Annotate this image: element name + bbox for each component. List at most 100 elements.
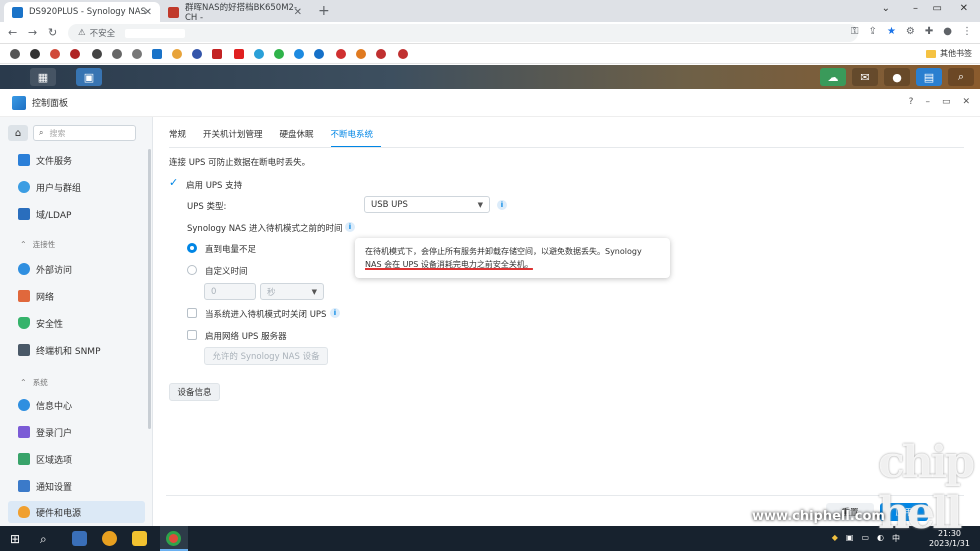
browser-tab-chiphell[interactable]: 群晖NAS的好搭档BK650M2-CH - ✕ xyxy=(160,2,310,23)
bookmark-icon[interactable] xyxy=(30,49,40,59)
security-label: 不安全 xyxy=(89,29,116,39)
back-icon[interactable]: ← xyxy=(8,26,17,39)
bookmark-icon[interactable] xyxy=(356,49,366,59)
shutdown-ups-checkbox[interactable] xyxy=(187,308,197,318)
sidebar-item-terminal-snmp[interactable]: 终端机和 SNMP xyxy=(8,339,145,361)
sidebar-item-login-portal[interactable]: 登录门户 xyxy=(8,421,145,443)
pc-manager-icon[interactable] xyxy=(72,531,87,546)
bookmark-icon[interactable] xyxy=(132,49,142,59)
profile-icon[interactable]: ● xyxy=(943,26,952,37)
sidebar-item-ldap[interactable]: 域/LDAP xyxy=(8,203,145,225)
sidebar-item-external-access[interactable]: 外部访问 xyxy=(8,258,145,280)
new-tab-icon[interactable]: + xyxy=(318,3,330,19)
help-icon[interactable]: ? xyxy=(909,97,914,107)
info-icon[interactable]: i xyxy=(330,308,340,318)
network-icon[interactable]: ▭ xyxy=(861,533,869,544)
search-placeholder: 搜索 xyxy=(49,128,66,138)
bookmark-icon[interactable] xyxy=(212,49,222,59)
maximize-icon[interactable]: ▭ xyxy=(942,97,951,107)
bookmark-icon[interactable] xyxy=(192,49,202,59)
bookmark-icon[interactable] xyxy=(294,49,304,59)
radio-custom-time[interactable] xyxy=(187,265,197,275)
bookmark-icon[interactable] xyxy=(50,49,60,59)
main-menu-icon[interactable]: ▦ xyxy=(30,68,56,86)
sidebar-scrollbar[interactable] xyxy=(148,149,151,429)
enable-ups-checkbox[interactable]: ✓ xyxy=(169,177,179,188)
bookmark-icon[interactable] xyxy=(10,49,20,59)
sidebar-item-regional-options[interactable]: 区域选项 xyxy=(8,448,145,470)
bookmark-icon[interactable] xyxy=(254,49,264,59)
custom-time-unit-select[interactable]: 秒 ▼ xyxy=(260,283,324,300)
chrome-icon[interactable] xyxy=(166,531,181,546)
minimize-icon[interactable]: – xyxy=(913,3,918,14)
custom-time-input[interactable]: 0 xyxy=(204,283,256,300)
tab-hdd-hibernation[interactable]: 硬盘休眠 xyxy=(280,128,322,148)
sidebar-section-connectivity[interactable]: ⌃ 连接性 xyxy=(20,239,55,250)
sidebar-item-notification[interactable]: 通知设置 xyxy=(8,475,145,497)
radio-low-battery[interactable] xyxy=(187,243,197,253)
sidebar-item-network[interactable]: 网络 xyxy=(8,285,145,307)
sidebar-item-file-services[interactable]: 文件服务 xyxy=(8,149,145,171)
search-icon[interactable]: ⌕ xyxy=(40,532,47,547)
notification-icon[interactable]: ✉ xyxy=(852,68,878,86)
search-input[interactable]: ⌕ 搜索 xyxy=(33,125,136,141)
tab-power-schedule[interactable]: 开关机计划管理 xyxy=(203,128,271,148)
reload-icon[interactable]: ↻ xyxy=(48,26,57,39)
user-icon[interactable]: ● xyxy=(884,68,910,86)
puzzle-icon[interactable]: ✚ xyxy=(925,26,933,37)
bookmark-icon[interactable] xyxy=(336,49,346,59)
forward-icon[interactable]: → xyxy=(28,26,37,39)
widgets-icon[interactable]: ▤ xyxy=(916,68,942,86)
star-icon[interactable]: ★ xyxy=(887,26,896,37)
info-icon[interactable]: i xyxy=(345,222,355,232)
bookmark-icon[interactable] xyxy=(234,49,244,59)
sidebar-item-users[interactable]: 用户与群组 xyxy=(8,176,145,198)
restore-icon[interactable]: ▭ xyxy=(933,3,942,14)
key-icon[interactable]: ⚿ xyxy=(851,26,859,37)
bookmark-icon[interactable] xyxy=(376,49,386,59)
tab-ups[interactable]: 不断电系统 xyxy=(330,128,382,148)
search-icon[interactable]: ⌕ xyxy=(948,68,974,86)
file-explorer-icon[interactable] xyxy=(132,531,147,546)
app-tray-icon[interactable]: ▣ xyxy=(846,533,854,544)
extension-icon[interactable]: ⚙ xyxy=(906,26,915,37)
bookmark-icon[interactable] xyxy=(398,49,408,59)
omnibox[interactable]: ⚠ 不安全 xyxy=(68,24,858,42)
radio-custom-time-label: 自定义时间 xyxy=(205,267,248,277)
home-icon[interactable]: ⌂ xyxy=(8,125,28,141)
ups-type-select[interactable]: USB UPS ▼ xyxy=(364,196,490,213)
sync-status-icon[interactable]: ☁ xyxy=(820,68,846,86)
close-icon[interactable]: ✕ xyxy=(962,97,970,107)
chevron-down-icon[interactable]: ⌄ xyxy=(882,3,890,14)
close-tab-icon[interactable]: ✕ xyxy=(294,7,302,18)
info-icon[interactable]: i xyxy=(497,200,507,210)
bookmark-folder[interactable]: 其他书签 xyxy=(926,48,972,59)
sidebar-item-label: 信息中心 xyxy=(36,401,73,412)
app-icon[interactable] xyxy=(102,531,117,546)
bookmark-icon[interactable] xyxy=(274,49,284,59)
close-window-icon[interactable]: ✕ xyxy=(960,3,968,14)
shield-icon[interactable]: ◆ xyxy=(832,533,838,544)
device-info-button[interactable]: 设备信息 xyxy=(169,383,220,401)
bookmark-icon[interactable] xyxy=(172,49,182,59)
allowed-devices-button[interactable]: 允许的 Synology NAS 设备 xyxy=(204,347,328,365)
share-icon[interactable]: ⇪ xyxy=(869,26,877,37)
network-ups-checkbox[interactable] xyxy=(187,330,197,340)
sidebar-item-security[interactable]: 安全性 xyxy=(8,312,145,334)
windows-start-icon[interactable]: ⊞ xyxy=(10,532,20,546)
tab-general[interactable]: 常规 xyxy=(169,128,194,148)
minimize-icon[interactable]: – xyxy=(925,97,930,107)
browser-tab-dsm[interactable]: DS920PLUS - Synology NAS ✕ xyxy=(4,2,160,22)
close-tab-icon[interactable]: ✕ xyxy=(144,7,152,18)
sidebar-item-info-center[interactable]: 信息中心 xyxy=(8,394,145,416)
bookmark-icon[interactable] xyxy=(92,49,102,59)
bookmark-icon[interactable] xyxy=(70,49,80,59)
caret-down-icon: ▼ xyxy=(477,201,483,209)
control-panel-taskbar-icon[interactable]: ▣ xyxy=(76,68,102,86)
bookmark-icon[interactable] xyxy=(112,49,122,59)
sidebar-section-system[interactable]: ⌃ 系统 xyxy=(20,377,48,388)
bookmark-icon[interactable] xyxy=(314,49,324,59)
bookmark-icon[interactable] xyxy=(152,49,162,59)
menu-icon[interactable]: ⋮ xyxy=(962,26,972,37)
sidebar-item-hardware-power[interactable]: 硬件和电源 xyxy=(8,501,145,523)
